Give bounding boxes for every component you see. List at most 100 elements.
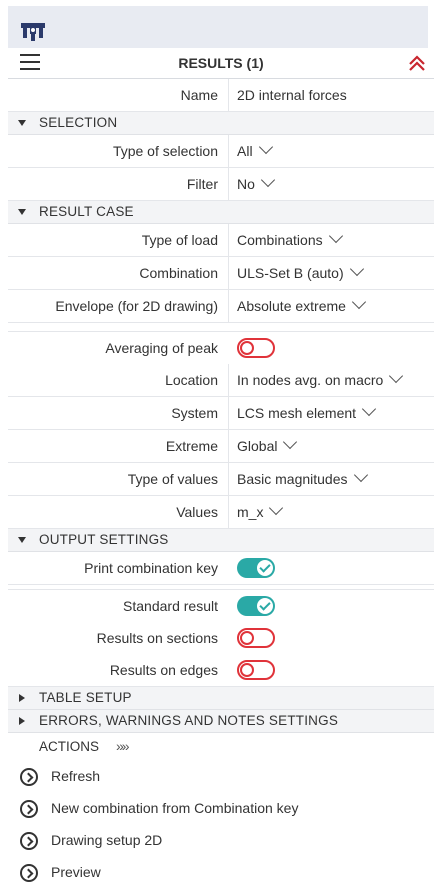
filter-row: Filter No (8, 168, 434, 201)
field-label: Averaging of peak (105, 340, 218, 356)
section-errors-warnings[interactable]: ERRORS, WARNINGS AND NOTES SETTINGS (8, 710, 434, 733)
action-label: Preview (51, 864, 101, 880)
results-on-sections-toggle[interactable] (237, 628, 275, 648)
action-refresh[interactable]: Refresh (8, 761, 434, 793)
action-label: Drawing setup 2D (51, 832, 163, 848)
circle-chevron-right-icon (20, 832, 38, 850)
values-row: Values m_x (8, 496, 434, 529)
collapsed-triangle-icon (19, 717, 25, 725)
envelope-row: Envelope (for 2D drawing) Absolute extre… (8, 290, 434, 323)
type-of-values-dropdown[interactable]: Basic magnitudes (237, 467, 368, 487)
dropdown-value: No (237, 176, 255, 192)
actions-header[interactable]: ACTIONS »» (8, 733, 434, 761)
section-output-settings[interactable]: OUTPUT SETTINGS (8, 529, 434, 552)
system-row: System LCS mesh element (8, 397, 434, 430)
section-title: OUTPUT SETTINGS (39, 532, 169, 547)
envelope-dropdown[interactable]: Absolute extreme (237, 294, 367, 314)
dropdown-value: Basic magnitudes (237, 471, 348, 487)
type-of-load-dropdown[interactable]: Combinations (237, 228, 343, 248)
chevron-down-icon (283, 434, 298, 450)
chevron-down-icon (349, 261, 364, 277)
action-preview[interactable]: Preview (8, 857, 434, 889)
type-of-selection-dropdown[interactable]: All (237, 139, 273, 159)
expand-triangle-icon (18, 537, 26, 543)
toggle-knob (257, 560, 273, 576)
field-label: Type of selection (112, 143, 218, 159)
name-label: Name (180, 87, 218, 103)
chevron-down-icon (353, 467, 368, 483)
action-drawing-setup[interactable]: Drawing setup 2D (8, 825, 434, 857)
print-combination-key-row: Print combination key (8, 552, 434, 585)
chevron-down-icon (351, 294, 367, 310)
values-dropdown[interactable]: m_x (237, 500, 284, 520)
dropdown-value: ULS-Set B (auto) (237, 265, 344, 281)
double-chevron-up-icon[interactable] (406, 52, 428, 74)
double-chevron-right-icon[interactable]: »» (116, 738, 130, 754)
expand-triangle-icon (18, 120, 26, 126)
field-label: Combination (139, 265, 218, 281)
field-label: Type of values (127, 471, 218, 487)
field-label: Results on sections (96, 630, 218, 646)
field-label: Filter (186, 176, 218, 192)
toggle-knob (240, 663, 254, 677)
dropdown-value: All (237, 143, 253, 159)
panel-header: RESULTS (1) (8, 48, 434, 79)
actions-title: ACTIONS (39, 739, 100, 754)
standard-result-row: Standard result (8, 590, 434, 622)
name-row: Name 2D internal forces (8, 79, 434, 112)
name-value[interactable]: 2D internal forces (237, 87, 347, 103)
dropdown-value: Absolute extreme (237, 298, 346, 314)
toggle-knob (257, 598, 273, 614)
combination-dropdown[interactable]: ULS-Set B (auto) (237, 261, 364, 281)
print-combination-key-toggle[interactable] (237, 558, 275, 578)
type-of-load-row: Type of load Combinations (8, 224, 434, 257)
standard-result-toggle[interactable] (237, 596, 275, 616)
results-on-sections-row: Results on sections (8, 622, 434, 654)
scia-logo-icon (21, 23, 45, 41)
averaging-toggle[interactable] (237, 338, 275, 358)
action-label: New combination from Combination key (51, 800, 299, 816)
circle-chevron-right-icon (20, 768, 38, 786)
chevron-down-icon (269, 500, 284, 516)
top-tab-bar (0, 0, 434, 48)
dropdown-value: In nodes avg. on macro (237, 372, 384, 388)
field-label: Type of load (141, 232, 218, 248)
location-row: Location In nodes avg. on macro (8, 364, 434, 397)
toggle-knob (240, 341, 254, 355)
action-new-combination[interactable]: New combination from Combination key (8, 793, 434, 825)
action-label: Refresh (51, 768, 101, 784)
expand-triangle-icon (18, 209, 26, 215)
toggle-knob (240, 631, 254, 645)
section-table-setup[interactable]: TABLE SETUP (8, 687, 434, 710)
type-of-values-row: Type of values Basic magnitudes (8, 463, 434, 496)
averaging-row: Averaging of peak (8, 332, 434, 364)
section-title: SELECTION (39, 115, 118, 130)
section-selection[interactable]: SELECTION (8, 112, 434, 135)
dropdown-value: Combinations (237, 232, 323, 248)
field-label: Standard result (123, 598, 218, 614)
combination-row: Combination ULS-Set B (auto) (8, 257, 434, 290)
circle-chevron-right-icon (20, 800, 38, 818)
extreme-dropdown[interactable]: Global (237, 434, 298, 454)
type-of-selection-row: Type of selection All (8, 135, 434, 168)
results-on-edges-toggle[interactable] (237, 660, 275, 680)
field-label: Envelope (for 2D drawing) (55, 298, 218, 314)
field-label: Results on edges (109, 662, 218, 678)
dropdown-value: m_x (237, 504, 264, 520)
section-title: TABLE SETUP (39, 690, 132, 705)
section-result-case[interactable]: RESULT CASE (8, 201, 434, 224)
chevron-down-icon (389, 368, 404, 384)
system-dropdown[interactable]: LCS mesh element (237, 401, 377, 421)
collapsed-triangle-icon (19, 694, 25, 702)
dropdown-value: Global (237, 438, 278, 454)
app-tab[interactable] (8, 6, 428, 48)
filter-dropdown[interactable]: No (237, 172, 275, 192)
panel-title: RESULTS (1) (178, 55, 264, 71)
chevron-down-icon (260, 172, 275, 188)
circle-chevron-right-icon (20, 864, 38, 882)
results-panel: Name 2D internal forces SELECTION Type o… (8, 79, 434, 889)
chevron-down-icon (258, 139, 273, 155)
chevron-down-icon (328, 228, 343, 244)
location-dropdown[interactable]: In nodes avg. on macro (237, 368, 404, 388)
dropdown-value: LCS mesh element (237, 405, 357, 421)
